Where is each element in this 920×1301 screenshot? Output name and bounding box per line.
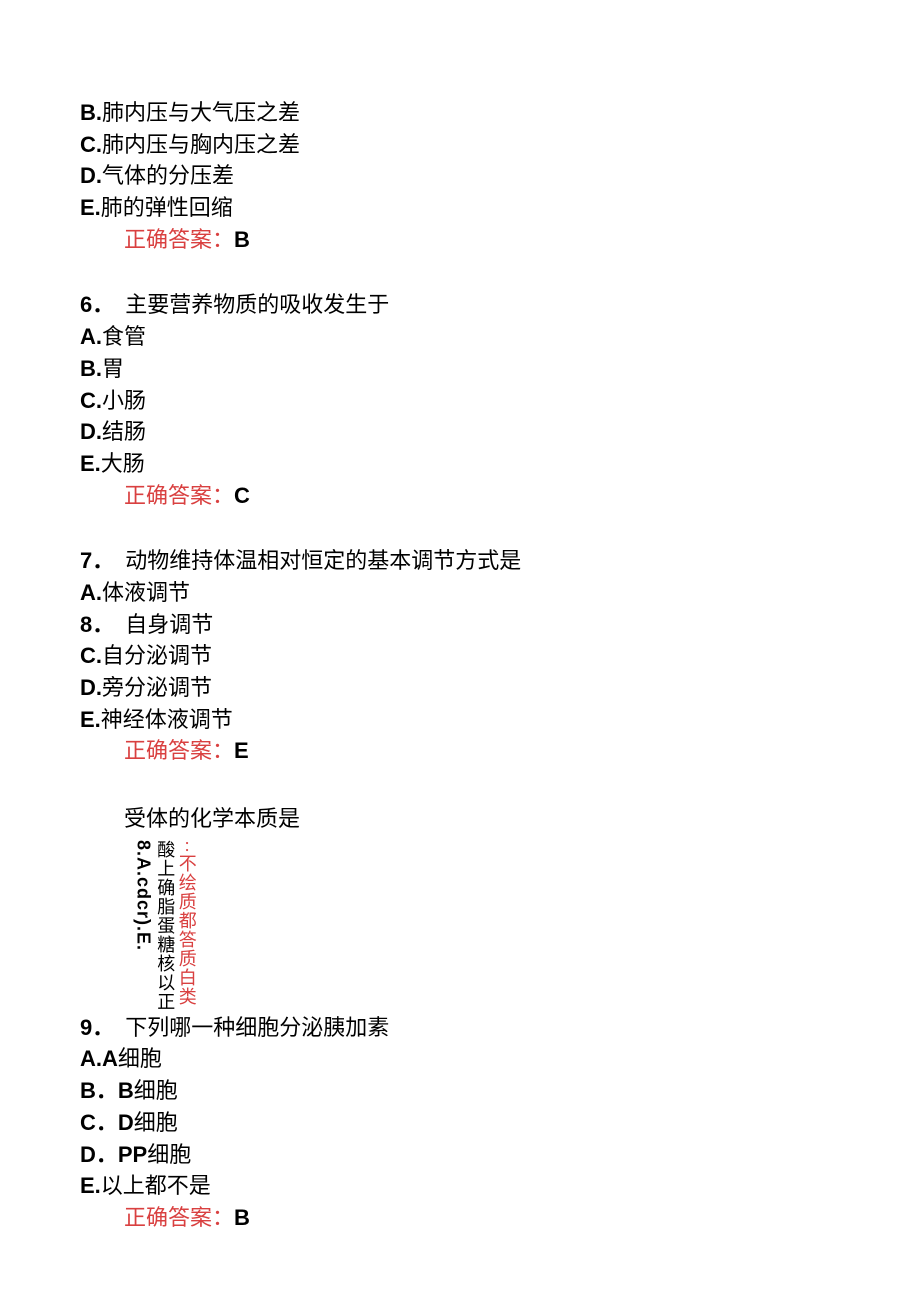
opt-text: 肺的弹性回缩 [101,195,233,220]
opt-letter: D. [80,419,102,444]
question-number: 9． [80,1015,114,1040]
q5-option-c: C.肺内压与胸内压之差 [80,130,840,160]
opt-text: 以上都不是 [101,1173,211,1198]
q8-vcol2: 酸上确脂蛋糖核以正 [154,840,176,1011]
q9-option-c: C．D细胞 [80,1108,840,1138]
opt-letter: D. [80,675,102,700]
q9-option-d: D．PP细胞 [80,1140,840,1170]
q6-option-e: E.大肠 [80,449,840,479]
q5-option-b: B.肺内压与大气压之差 [80,98,840,128]
q9-option-e: E.以上都不是 [80,1171,840,1201]
question-number: 7． [80,548,114,573]
question-number: 6． [80,292,114,317]
opt-text: 体液调节 [102,580,190,605]
q7-stem-line: 7． 动物维持体温相对恒定的基本调节方式是 [80,546,840,576]
opt-letter: D. [80,163,102,188]
opt-letter: C. [80,132,102,157]
line8-number: 8． [80,612,114,637]
opt-text: 肺内压与大气压之差 [102,100,300,125]
opt-letter: E. [80,451,101,476]
question-stem: 动物维持体温相对恒定的基本调节方式是 [125,548,521,573]
q7-line8: 8． 自身调节 [80,610,840,640]
opt-text: 小肠 [102,388,146,413]
opt-letter: B．B [80,1078,134,1103]
opt-letter: C. [80,388,102,413]
q7-option-e: E.神经体液调节 [80,705,840,735]
question-stem: 下列哪一种细胞分泌胰加素 [125,1015,389,1040]
q8-vcol1: 8.A.cdcr).E. [132,840,154,1011]
q6-option-d: D.结肠 [80,417,840,447]
q6-answer: 正确答案：C [80,481,840,511]
answer-label: 正确答案： [124,227,234,252]
q7-option-d: D.旁分泌调节 [80,673,840,703]
question-stem: 主要营养物质的吸收发生于 [125,292,389,317]
answer-value: E [234,738,249,763]
opt-text: 结肠 [102,419,146,444]
opt-text: 肺内压与胸内压之差 [102,132,300,157]
opt-text: 细胞 [134,1078,178,1103]
answer-label: 正确答案： [124,1205,234,1230]
answer-label: 正确答案： [124,483,234,508]
answer-value: B [234,227,250,252]
opt-text: 细胞 [134,1110,178,1135]
answer-value: C [234,483,250,508]
q9-option-a: A.A细胞 [80,1044,840,1074]
opt-text: 细胞 [147,1142,191,1167]
opt-letter: D．PP [80,1142,147,1167]
q7-answer: 正确答案：E [80,736,840,766]
opt-letter: A.A [80,1046,118,1071]
q6-stem-line: 6． 主要营养物质的吸收发生于 [80,290,840,320]
opt-letter: A. [80,580,102,605]
opt-text: 气体的分压差 [102,163,234,188]
opt-letter: A. [80,324,102,349]
opt-letter: B. [80,100,102,125]
q5-option-e: E.肺的弹性回缩 [80,193,840,223]
q8-vcol3: ··不绘质都答质白类 [175,840,197,1011]
q7-option-a: A.体液调节 [80,578,840,608]
opt-text: 细胞 [118,1046,162,1071]
line8-text: 自身调节 [125,612,213,637]
opt-letter: E. [80,707,101,732]
q9-answer: 正确答案：B [80,1203,840,1233]
opt-text: 自分泌调节 [102,643,212,668]
opt-text: 神经体液调节 [101,707,233,732]
opt-text: 食管 [102,324,146,349]
opt-letter: E. [80,195,101,220]
q7-option-c: C.自分泌调节 [80,641,840,671]
q6-option-b: B.胃 [80,354,840,384]
opt-text: 旁分泌调节 [102,675,212,700]
q8-stem: 受体的化学本质是 [80,804,840,834]
q6-option-c: C.小肠 [80,386,840,416]
q6-option-a: A.食管 [80,322,840,352]
q8-vertical-text: 8.A.cdcr).E. 酸上确脂蛋糖核以正 ··不绘质都答质白类 [132,836,840,1011]
q9-option-b: B．B细胞 [80,1076,840,1106]
q5-option-d: D.气体的分压差 [80,161,840,191]
opt-text: 大肠 [101,451,145,476]
opt-letter: E. [80,1173,101,1198]
answer-label: 正确答案： [124,738,234,763]
opt-letter: C. [80,643,102,668]
opt-letter: C．D [80,1110,134,1135]
opt-text: 胃 [102,356,124,381]
opt-letter: B. [80,356,102,381]
q9-stem-line: 9． 下列哪一种细胞分泌胰加素 [80,1013,840,1043]
answer-value: B [234,1205,250,1230]
q5-answer: 正确答案：B [80,225,840,255]
q8-block: 受体的化学本质是 8.A.cdcr).E. 酸上确脂蛋糖核以正 ··不绘质都答质… [80,804,840,1011]
